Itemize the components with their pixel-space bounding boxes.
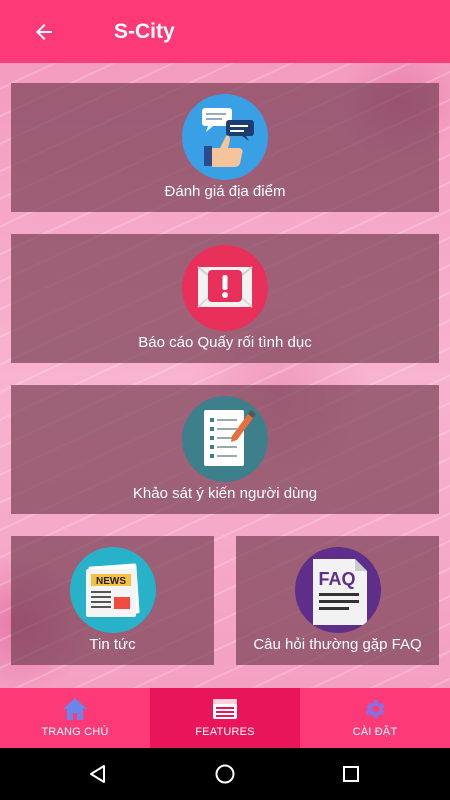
gear-icon bbox=[365, 700, 385, 718]
system-recents-button[interactable] bbox=[339, 762, 363, 786]
back-button[interactable] bbox=[26, 14, 62, 50]
rate-location-card[interactable]: Đánh giá địa điểm bbox=[11, 83, 439, 212]
faq-badge-text: FAQ bbox=[318, 569, 355, 589]
system-nav-bar bbox=[0, 748, 450, 800]
home-icon bbox=[63, 698, 87, 720]
nav-home[interactable]: TRANG CHỦ bbox=[0, 688, 150, 748]
recents-square-icon bbox=[343, 766, 359, 782]
nav-features-label: FEATURES bbox=[195, 726, 255, 738]
chat-thumbs-up-icon bbox=[182, 94, 268, 180]
user-survey-label: Khảo sát ý kiến người dùng bbox=[132, 485, 318, 502]
system-back-button[interactable] bbox=[86, 762, 110, 786]
faq-card[interactable]: FAQ Câu hỏi thường gặp FAQ bbox=[236, 536, 439, 665]
nav-features[interactable]: FEATURES bbox=[150, 688, 300, 748]
user-survey-card[interactable]: Khảo sát ý kiến người dùng bbox=[11, 385, 439, 514]
report-harassment-label: Báo cáo Quấy rối tình dục bbox=[138, 334, 312, 351]
nav-settings[interactable]: CÀI ĐẶT bbox=[300, 688, 450, 748]
nav-settings-label: CÀI ĐẶT bbox=[352, 726, 398, 738]
bottom-nav: TRANG CHỦ FEATURES CÀI ĐẶT bbox=[0, 688, 450, 748]
nav-home-label: TRANG CHỦ bbox=[41, 726, 109, 738]
survey-checklist-icon bbox=[182, 396, 268, 482]
report-harassment-card[interactable]: Báo cáo Quấy rối tình dục bbox=[11, 234, 439, 363]
faq-document-icon: FAQ bbox=[294, 547, 381, 633]
rate-location-label: Đánh giá địa điểm bbox=[164, 183, 286, 200]
system-home-button[interactable] bbox=[213, 762, 237, 786]
newspaper-icon: NEWS bbox=[69, 547, 156, 633]
home-circle-icon bbox=[215, 764, 235, 784]
app-bar: S-City bbox=[0, 0, 450, 63]
back-arrow-icon bbox=[36, 24, 52, 40]
news-card[interactable]: NEWS Tin tức bbox=[11, 536, 214, 665]
news-label: Tin tức bbox=[89, 636, 136, 653]
app-title: S-City bbox=[114, 20, 175, 43]
alert-mail-icon bbox=[182, 245, 268, 331]
faq-label: Câu hỏi thường gặp FAQ bbox=[253, 636, 422, 653]
features-content: Đánh giá địa điểm Báo cáo Quấy rối tình … bbox=[0, 63, 450, 688]
news-badge-text: NEWS bbox=[96, 576, 126, 587]
features-list-icon bbox=[213, 699, 237, 719]
back-triangle-icon bbox=[90, 765, 105, 783]
